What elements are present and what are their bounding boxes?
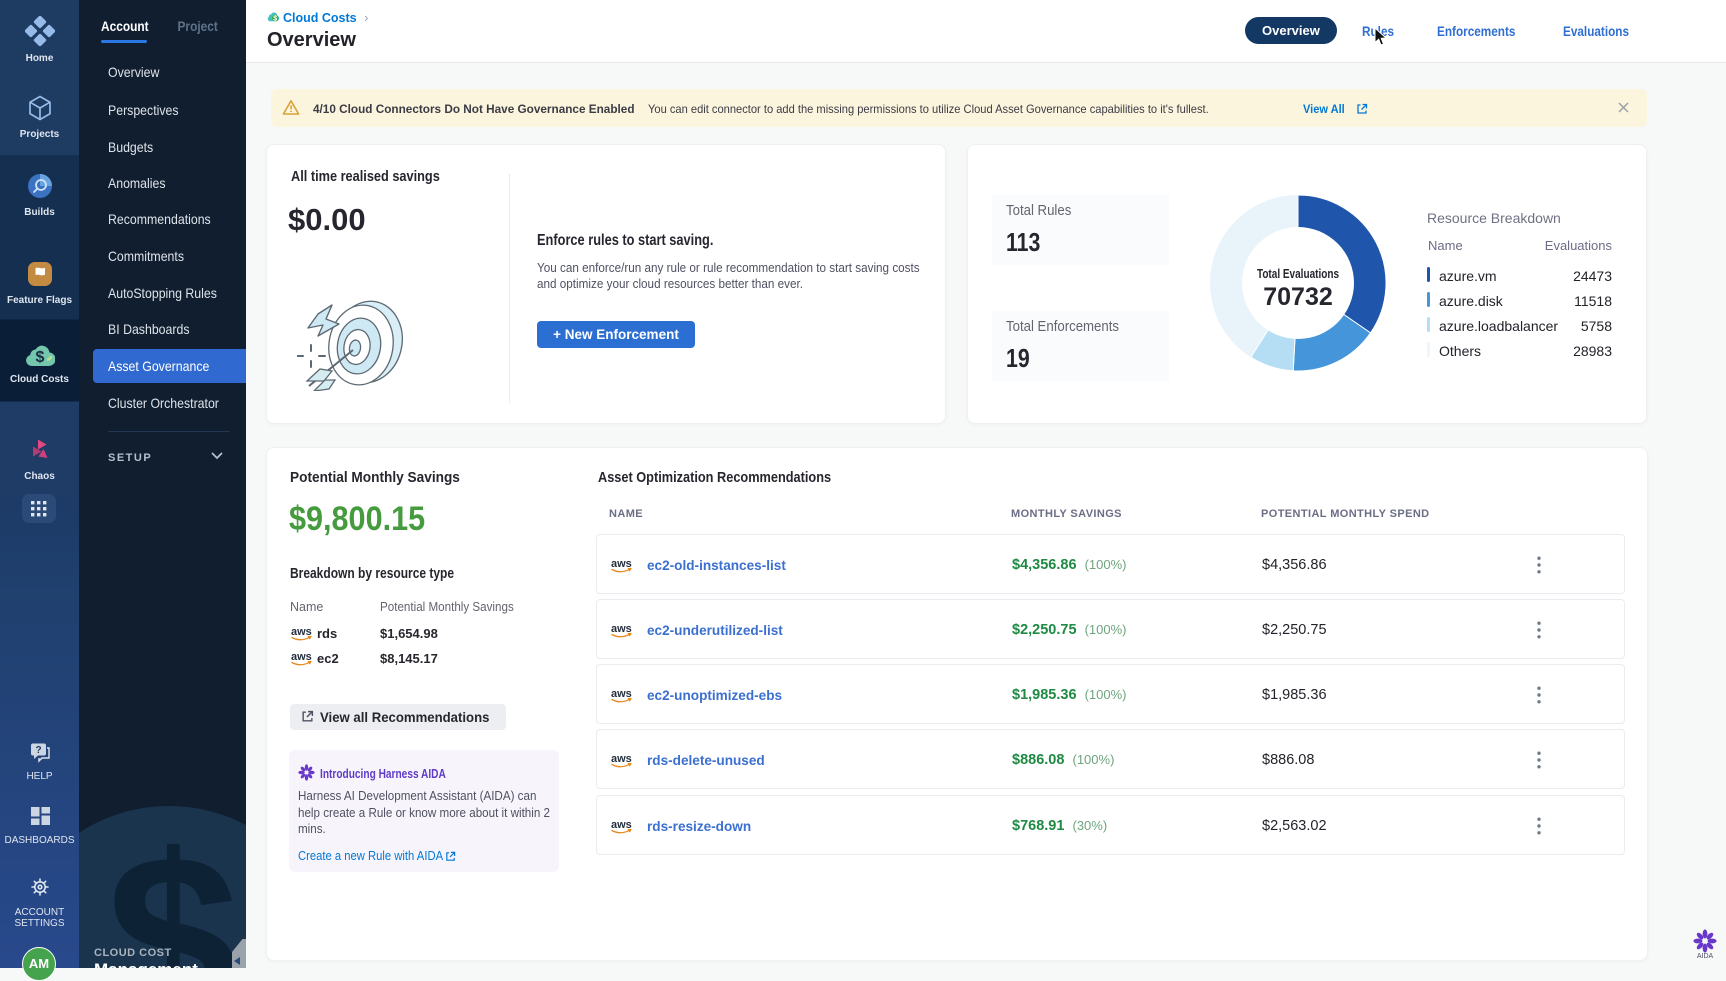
svg-text:?: ? xyxy=(35,745,41,756)
svg-text:$: $ xyxy=(35,349,44,366)
svg-text:$: $ xyxy=(273,16,277,23)
